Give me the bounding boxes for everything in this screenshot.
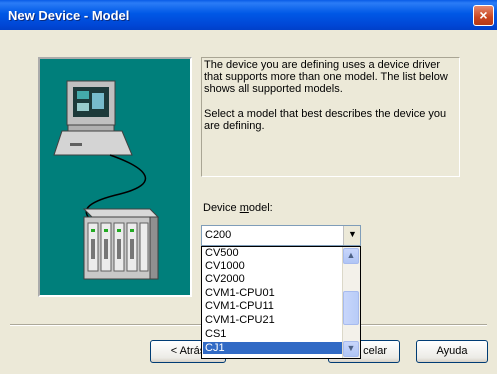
chevron-down-icon: ▼ — [348, 229, 357, 239]
device-model-combobox[interactable]: C200 ▼ — [201, 225, 361, 246]
help-button[interactable]: Ayuda — [416, 340, 488, 363]
dialog-window: New Device - Model × The device you are … — [0, 0, 497, 374]
list-item-selected[interactable]: CJ1 — [203, 342, 345, 354]
list-item[interactable]: CS1 — [203, 328, 345, 340]
close-icon: × — [479, 7, 488, 23]
list-item[interactable]: CV2000 — [203, 273, 345, 285]
list-item[interactable]: CVM1-CPU21 — [203, 314, 345, 326]
list-item[interactable]: CVM1-CPU01 — [203, 287, 345, 299]
dropdown-button[interactable]: ▼ — [343, 226, 360, 245]
list-item[interactable]: CVM1-CPU11 — [203, 300, 345, 312]
description-panel: The device you are defining uses a devic… — [201, 57, 460, 177]
list-item[interactable]: CV500 — [203, 247, 345, 259]
scroll-down-button[interactable]: ▼ — [343, 341, 359, 357]
description-text-1: The device you are defining uses a devic… — [204, 59, 448, 95]
device-model-label: Device model: — [203, 202, 273, 214]
scrollbar-thumb[interactable] — [343, 291, 359, 325]
dropdown-scrollbar[interactable]: ▲ ▼ — [342, 247, 360, 358]
title-bar[interactable]: New Device - Model × — [0, 0, 497, 30]
device-model-value: C200 — [205, 229, 232, 241]
description-text-2: Select a model that best describes the d… — [204, 108, 447, 132]
chevron-down-icon: ▼ — [346, 343, 356, 353]
list-item[interactable]: CV1000 — [203, 260, 345, 272]
computer-plc-icon — [53, 80, 160, 280]
device-model-dropdown-list[interactable]: CV500 CV1000 CV2000 CVM1-CPU01 CVM1-CPU1… — [201, 246, 361, 359]
close-button[interactable]: × — [473, 5, 494, 26]
chevron-up-icon: ▲ — [346, 250, 356, 260]
label-suffix: odel: — [248, 202, 273, 214]
window-title: New Device - Model — [8, 8, 130, 23]
device-illustration — [38, 57, 192, 297]
label-prefix: Device — [203, 202, 240, 214]
scroll-up-button[interactable]: ▲ — [343, 248, 359, 264]
label-mnemonic: m — [239, 202, 249, 214]
